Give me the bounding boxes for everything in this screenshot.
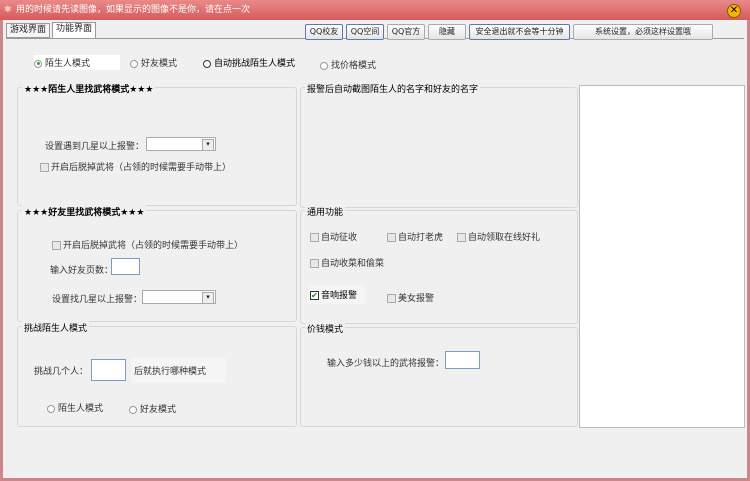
stranger-group: ★★★陌生人里找武将模式★★★ 设置遇到几星以上报警： 开启后脱掉武将（占领的时… [17,82,297,206]
stranger-remove-checkbox[interactable]: 开启后脱掉武将（占领的时候需要手动带上） [40,160,231,173]
stranger-star-label: 设置遇到几星以上报警： [45,142,145,152]
mode-stranger-radio[interactable]: 陌生人模式 [34,55,121,70]
checkbox-label: 美女报警 [398,294,435,304]
radio-icon [34,59,42,68]
qq-space-button[interactable]: QQ空间 [346,24,384,40]
radio-icon [129,405,137,414]
safe-exit-button[interactable]: 安全退出就不会等十分钟 [469,24,570,40]
radio-label: 好友模式 [141,59,178,69]
radio-icon [203,59,211,68]
checkbox-icon [387,294,396,303]
checkbox-icon [52,241,61,250]
tab-game[interactable]: 游戏界面 [6,23,51,38]
radio-label: 好友模式 [140,405,177,415]
friend-star-label: 设置找几星以上报警： [52,295,143,305]
radio-label: 找价格模式 [331,61,377,71]
checkbox-label: 开启后脱掉武将（占领的时候需要手动带上） [63,241,244,251]
screenshot-group: 报警后自动截图陌生人的名字和好友的名字 [300,82,578,208]
auto-harvest-checkbox[interactable]: 自动收菜和偷菜 [310,256,384,269]
qq-official-button[interactable]: QQ官方 [387,24,425,40]
radio-icon [47,404,55,413]
group-title: ★★★好友里找武将模式★★★ [22,205,147,218]
friend-group: ★★★好友里找武将模式★★★ 开启后脱掉武将（占领的时候需要手动带上） 输入好友… [17,205,297,322]
challenge-count-label: 挑战几个人： [34,367,89,377]
checkbox-icon [310,233,319,242]
checkbox-label: 自动征收 [321,233,358,243]
mode-auto-challenge-radio[interactable]: 自动挑战陌生人模式 [203,56,295,69]
mode-price-radio[interactable]: 找价格模式 [320,58,376,71]
window-title: 用的时候请先读图像，如果显示的图像不是你，请在点一次 [16,5,251,15]
general-group: 通用功能 自动征收 自动打老虎 自动领取在线好礼 自动收菜和偷菜 ✔ 音响报警 美… [300,205,578,324]
friend-pages-input[interactable] [111,258,140,275]
checkbox-label: 自动领取在线好礼 [468,233,541,243]
challenge-friend-radio[interactable]: 好友模式 [129,402,176,415]
challenge-group: 挑战陌生人模式 挑战几个人： 后就执行哪种模式 陌生人模式 好友模式 [17,321,297,427]
group-title: 报警后自动截图陌生人的名字和好友的名字 [305,82,481,95]
hide-button[interactable]: 隐藏 [428,24,466,40]
checkmark-icon: ✔ [310,291,319,300]
checkbox-icon [457,233,466,242]
group-title: 挑战陌生人模式 [22,321,90,334]
challenge-after-label: 后就执行哪种模式 [131,358,227,383]
group-title: 通用功能 [305,205,346,218]
checkbox-label: 开启后脱掉武将（占领的时候需要手动带上） [51,163,232,173]
close-button[interactable]: ✕ [727,4,741,18]
price-input[interactable] [445,351,480,369]
radio-label: 陌生人模式 [45,59,91,69]
qq-xiaoyou-button[interactable]: QQ校友 [305,24,343,40]
checkbox-label: 自动打老虎 [398,233,444,243]
checkbox-icon [40,163,49,172]
radio-label: 自动挑战陌生人模式 [214,59,296,69]
tab-function[interactable]: 功能界面 [52,22,97,39]
checkbox-icon [387,233,396,242]
checkbox-label: 音响报警 [321,291,358,301]
app-icon: ✱ [4,5,12,15]
radio-icon [320,61,328,70]
radio-icon [130,59,138,68]
mode-friend-radio[interactable]: 好友模式 [130,56,177,69]
friend-pages-label: 输入好友页数： [50,266,114,276]
beauty-alarm-checkbox[interactable]: 美女报警 [387,291,434,304]
radio-label: 陌生人模式 [58,404,104,414]
screenshot-display-panel [579,85,745,428]
group-title: ★★★陌生人里找武将模式★★★ [22,82,156,95]
price-group: 价钱模式 输入多少钱以上的武将报警： [300,322,578,427]
price-label: 输入多少钱以上的武将报警： [327,359,445,369]
challenge-stranger-radio[interactable]: 陌生人模式 [47,401,103,414]
checkbox-icon [310,259,319,268]
friend-star-select[interactable] [142,290,216,304]
stranger-star-select[interactable] [146,137,216,151]
challenge-count-input[interactable] [91,359,126,381]
system-settings-button[interactable]: 系统设置，必须这样设置哦 [573,24,713,40]
sound-alarm-checkbox[interactable]: ✔ 音响报警 [308,285,366,304]
title-bar: ✱ 用的时候请先读图像，如果显示的图像不是你，请在点一次 [0,0,750,20]
auto-collect-checkbox[interactable]: 自动征收 [310,230,357,243]
friend-remove-checkbox[interactable]: 开启后脱掉武将（占领的时候需要手动带上） [52,238,243,251]
group-title: 价钱模式 [305,322,346,335]
auto-tiger-checkbox[interactable]: 自动打老虎 [387,230,443,243]
checkbox-label: 自动收菜和偷菜 [321,259,385,269]
auto-online-gift-checkbox[interactable]: 自动领取在线好礼 [457,230,540,243]
